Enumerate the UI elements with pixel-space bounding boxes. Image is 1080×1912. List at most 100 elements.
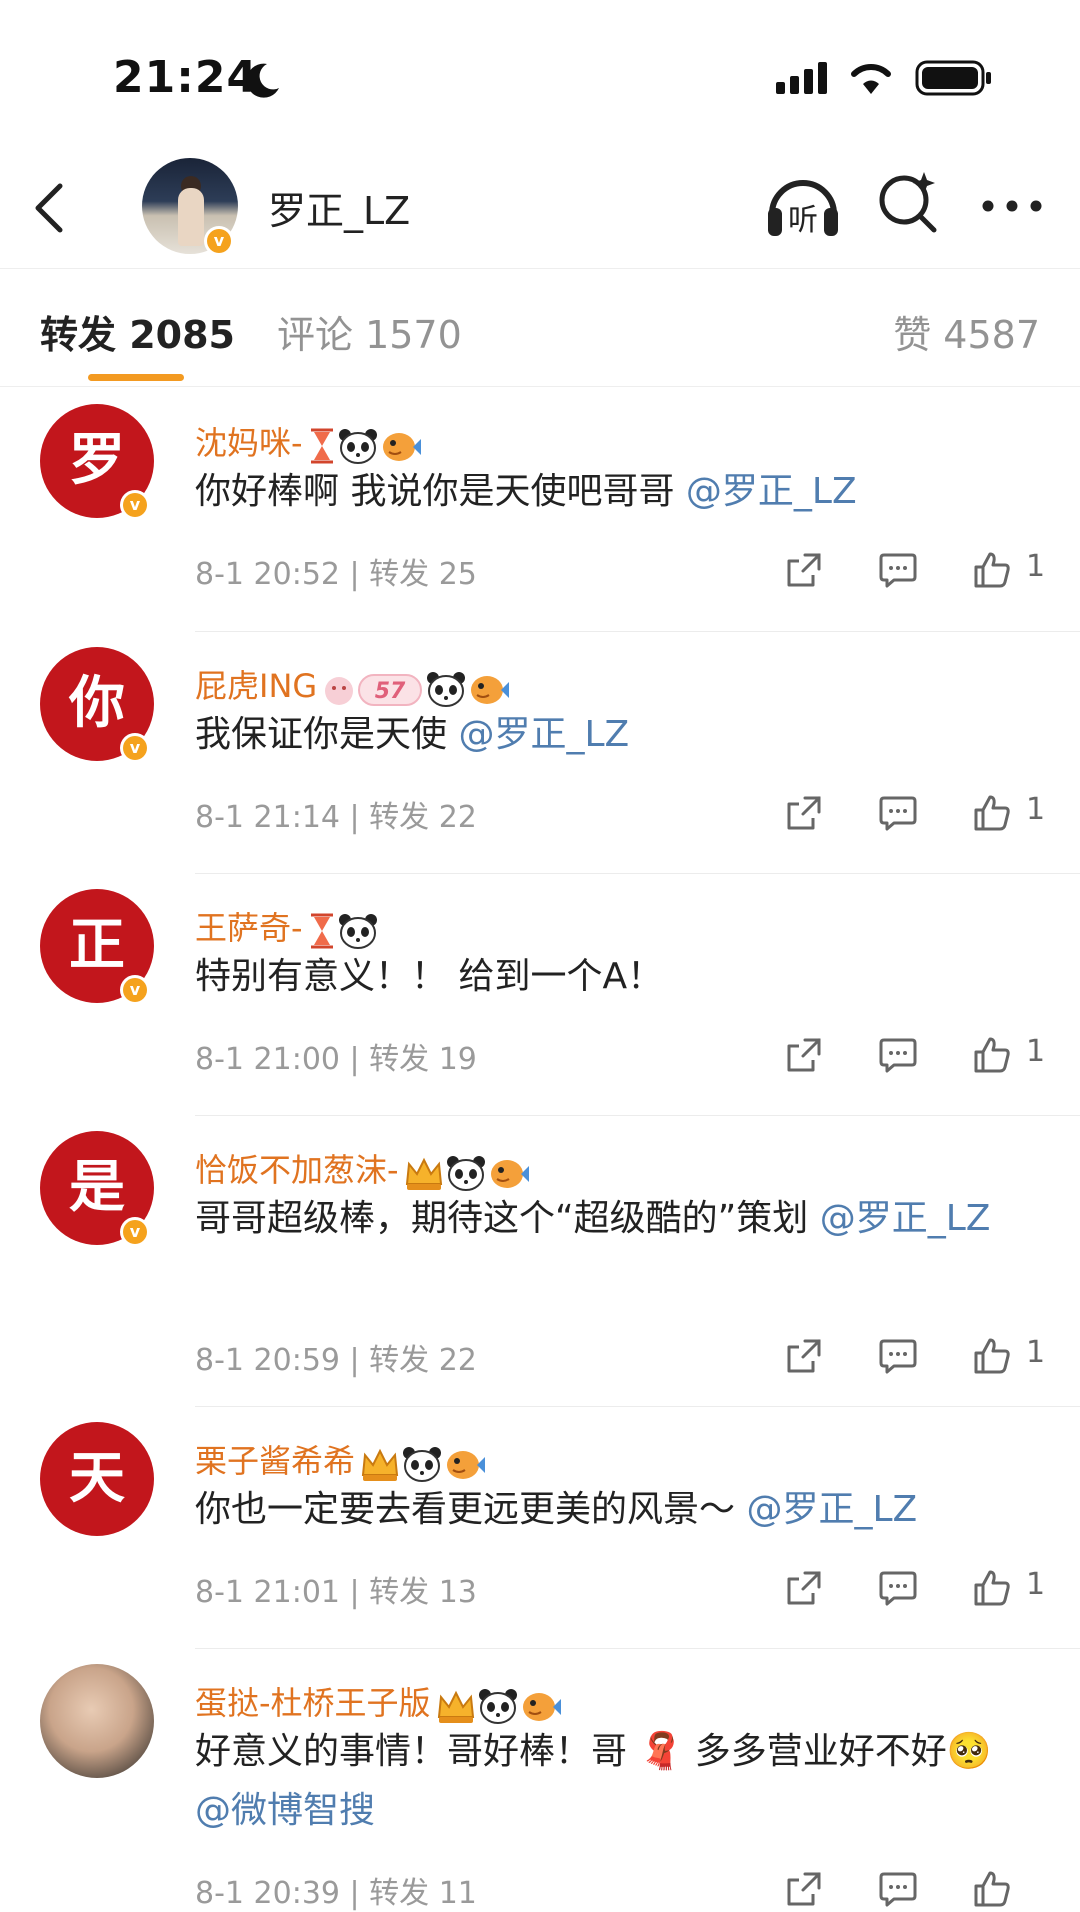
repost-text: 特别有意义！！ 给到一个A！ [195,956,664,997]
user-badges: 57 [321,668,510,709]
like-count: 1 [1026,1567,1046,1602]
back-arrow-icon[interactable] [30,178,70,238]
comment-icon[interactable] [878,1569,918,1607]
repost-meta: 8-1 20:39 | 转发 11 [195,1876,477,1911]
share-icon[interactable] [785,1337,823,1375]
like-thumb-icon[interactable] [972,551,1012,589]
like-count: 1 [1026,1335,1046,1370]
listen-headphones-icon[interactable]: 听 [764,168,842,242]
share-icon[interactable] [785,794,823,832]
username[interactable]: 栗子酱希希 [195,1436,486,1483]
crown-badge-icon [405,1157,442,1190]
status-bar: 21:24 [0,0,1080,140]
svg-text:听: 听 [788,203,818,238]
user-badges [403,1152,529,1192]
panda-badge-icon [446,1156,485,1191]
panda-badge-icon [478,1689,517,1724]
repost-text: 好意义的事情！哥好棒！哥 🧣 多多营业好不好🥺 @微博智搜 [195,1731,992,1831]
hourglass-icon [310,428,333,464]
share-icon[interactable] [785,1870,823,1908]
like-thumb-icon[interactable] [972,794,1012,832]
nav-header: v 罗正_LZ 听 [0,140,1080,269]
repost-text: 你好棒啊 我说你是天使吧哥哥 @罗正_LZ [195,471,857,512]
header-username[interactable]: 罗正_LZ [268,180,410,235]
mention-link[interactable]: @罗正_LZ [820,1198,991,1239]
divider [195,1115,1080,1116]
user-badges [307,910,379,950]
verified-badge-icon: v [204,226,234,256]
share-icon[interactable] [785,1036,823,1074]
comment-icon[interactable] [878,1870,918,1908]
mention-link[interactable]: @罗正_LZ [746,1489,917,1530]
comment-icon[interactable] [878,551,918,589]
repost-meta: 8-1 21:01 | 转发 13 [195,1575,477,1610]
verified-badge-icon: v [120,1217,150,1247]
avatar[interactable]: 天 [40,1422,154,1536]
battery-icon [915,60,991,96]
like-count: 1 [1026,1034,1046,1069]
mention-link[interactable]: @微博智搜 [195,1790,375,1831]
tab-forward[interactable]: 转发 2085 [40,304,235,359]
comment-icon[interactable] [878,1337,918,1375]
like-thumb-icon[interactable] [972,1569,1012,1607]
like-thumb-icon[interactable] [972,1036,1012,1074]
repost-text: 你也一定要去看更远更美的风景～ @罗正_LZ [195,1489,918,1530]
username[interactable]: 蛋挞-杜桥王子版 [195,1678,561,1725]
search-icon[interactable] [876,170,940,234]
crown-badge-icon [437,1690,474,1723]
mention-link[interactable]: @罗正_LZ [458,714,629,755]
repost-meta: 8-1 20:59 | 转发 22 [195,1343,477,1378]
mention-link[interactable]: @罗正_LZ [686,471,857,512]
verified-badge-icon: v [120,975,150,1005]
puffer-fish-badge-icon [447,1451,486,1479]
verified-badge-icon: v [120,490,150,520]
more-options-icon[interactable] [980,198,1044,214]
username[interactable]: 恰饭不加葱沫- [195,1145,529,1192]
divider [195,1406,1080,1407]
repost-meta: 8-1 21:14 | 转发 22 [195,800,477,835]
like-thumb-icon[interactable] [972,1870,1012,1908]
like-thumb-icon[interactable] [972,1337,1012,1375]
comment-icon[interactable] [878,794,918,832]
puffer-fish-badge-icon [382,433,421,461]
s7-badge-icon: 57 [325,673,423,706]
avatar[interactable] [40,1664,154,1778]
puffer-fish-badge-icon [471,675,510,704]
hourglass-icon [310,913,333,949]
share-icon[interactable] [785,1569,823,1607]
comment-icon[interactable] [878,1036,918,1074]
panda-badge-icon [338,429,377,464]
verified-badge-icon: v [120,733,150,763]
clock: 21:24 [113,52,259,103]
repost-meta: 8-1 20:52 | 转发 25 [195,557,477,592]
username[interactable]: 屁虎ING 57 [195,661,510,709]
divider [195,631,1080,632]
tab-bar: 转发 2085 评论 1570 赞 4587 [0,268,1080,387]
share-icon[interactable] [785,551,823,589]
username[interactable]: 王萨奇- [195,903,379,950]
tab-comment[interactable]: 评论 1570 [277,304,462,359]
svg-text:57: 57 [375,679,406,704]
moon-icon [246,63,279,98]
panda-badge-icon [338,914,377,949]
repost-text: 我保证你是天使 @罗正_LZ [195,714,630,755]
panda-badge-icon [427,671,466,707]
puffer-fish-badge-icon [490,1160,529,1188]
repost-meta: 8-1 21:00 | 转发 19 [195,1042,477,1077]
divider [195,873,1080,874]
panda-badge-icon [403,1447,442,1482]
tab-like[interactable]: 赞 4587 [893,304,1040,359]
puffer-fish-badge-icon [522,1693,561,1721]
like-count: 1 [1026,549,1046,584]
like-count: 1 [1026,792,1046,827]
wifi-icon [851,63,891,94]
repost-text: 哥哥超级棒，期待这个“超级酷的”策划 @罗正_LZ [195,1198,991,1239]
user-badges [307,425,421,465]
crown-badge-icon [361,1448,399,1481]
cellular-signal-icon [776,62,827,94]
divider [195,1648,1080,1649]
user-badges [435,1685,561,1725]
user-badges [359,1443,486,1483]
active-tab-indicator [88,374,184,381]
username[interactable]: 沈妈咪- [195,418,421,465]
